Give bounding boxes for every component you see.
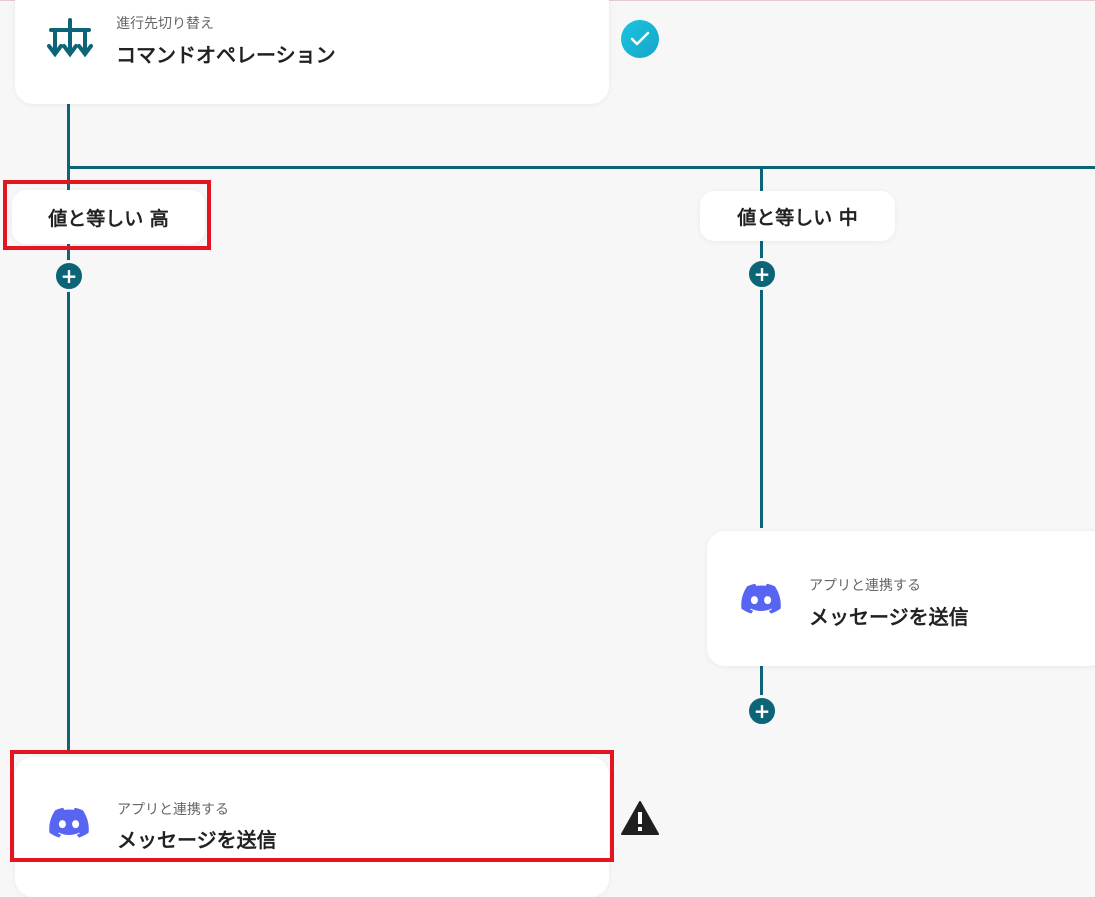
highlight-box-condition: [3, 180, 211, 250]
plus-icon: +: [753, 262, 771, 286]
step-title: メッセージを送信: [809, 605, 969, 629]
highlight-box-send-message: [10, 750, 614, 862]
warning-icon: [620, 800, 660, 840]
step-card-command-operation[interactable]: 進行先切り替え コマンドオペレーション: [15, 0, 609, 104]
step-card-send-message[interactable]: アプリと連携する メッセージを送信: [707, 531, 1095, 666]
branch-icon: [47, 16, 93, 64]
condition-label-text: 値と等しい 中: [737, 206, 858, 229]
step-type-label: アプリと連携する: [809, 578, 921, 594]
add-step-button[interactable]: +: [53, 260, 85, 292]
condition-label-medium[interactable]: 値と等しい 中: [700, 191, 895, 241]
step-type-label: 進行先切り替え: [116, 16, 214, 32]
connector-branch-split: [67, 166, 1095, 169]
plus-icon: +: [753, 699, 771, 723]
step-title: コマンドオペレーション: [116, 43, 336, 67]
plus-icon: +: [60, 264, 78, 288]
check-icon: [621, 20, 659, 58]
add-step-button[interactable]: +: [746, 695, 778, 727]
discord-icon: [741, 583, 781, 619]
add-step-button[interactable]: +: [746, 258, 778, 290]
